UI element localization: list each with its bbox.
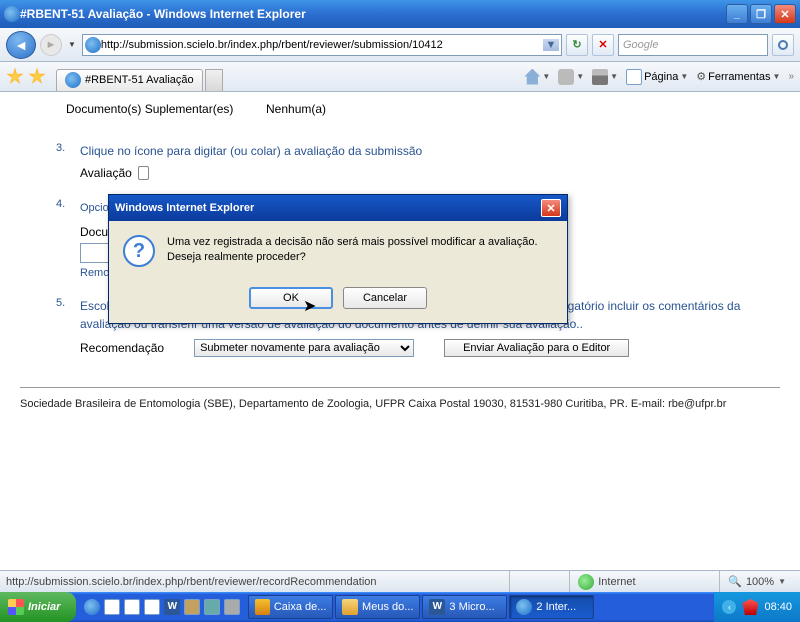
url-text: http://submission.scielo.br/index.php/rb… [101, 39, 543, 51]
system-tray: ‹ 08:40 [714, 592, 800, 622]
search-placeholder: Google [623, 39, 763, 51]
nav-history-dropdown[interactable]: ▼ [66, 40, 78, 49]
refresh-button[interactable]: ↻ [566, 34, 588, 56]
ql-doc5-icon[interactable] [224, 599, 240, 615]
command-bar: #RBENT-51 Avaliação ▼ ▼ ▼ Página▼ ⚙Ferra… [0, 62, 800, 92]
tab-favicon-icon [65, 72, 81, 88]
clock: 08:40 [764, 601, 792, 613]
step4-number: 4. [56, 198, 80, 217]
avaliacao-label: Avaliação [80, 166, 132, 180]
ql-desktop-icon[interactable] [104, 599, 120, 615]
magnify-icon [778, 40, 788, 50]
dialog-cancel-button[interactable]: Cancelar [343, 287, 427, 309]
favicon-icon [85, 37, 101, 53]
minimize-button[interactable]: _ [726, 4, 748, 24]
new-tab-button[interactable] [205, 69, 223, 91]
add-favorites-icon[interactable] [28, 68, 46, 86]
nav-toolbar: ◄ ► ▼ http://submission.scielo.br/index.… [0, 28, 800, 62]
task-ie[interactable]: 2 Inter... [509, 595, 594, 619]
task-ie-icon [516, 599, 532, 615]
window-titlebar: #RBENT-51 Avaliação - Windows Internet E… [0, 0, 800, 28]
task-word[interactable]: W3 Micro... [422, 595, 507, 619]
status-url: http://submission.scielo.br/index.php/rb… [6, 576, 509, 588]
feeds-button[interactable]: ▼ [558, 69, 584, 85]
edit-review-icon[interactable] [138, 166, 149, 180]
ql-doc2-icon[interactable] [144, 599, 160, 615]
cursor-icon: ➤ [303, 296, 316, 316]
zoom-icon: 🔍 [728, 575, 742, 588]
start-button[interactable]: Iniciar [0, 592, 76, 622]
search-box[interactable]: Google [618, 34, 768, 56]
recommendation-select[interactable]: Submeter novamente para avaliação [194, 339, 414, 357]
page-content: Documento(s) Suplementar(es) Nenhum(a) 3… [0, 92, 800, 570]
step3-text: Clique no ícone para digitar (ou colar) … [80, 142, 780, 160]
dialog-close-button[interactable]: ✕ [541, 199, 561, 217]
maximize-button[interactable]: ❐ [750, 4, 772, 24]
close-button[interactable]: ✕ [774, 4, 796, 24]
status-bar: http://submission.scielo.br/index.php/rb… [0, 570, 800, 592]
browser-tab[interactable]: #RBENT-51 Avaliação [56, 69, 203, 91]
address-dropdown[interactable]: ▼ [543, 39, 559, 51]
folder-icon [342, 599, 358, 615]
page-icon [626, 69, 642, 85]
dialog-title: Windows Internet Explorer [115, 202, 254, 214]
ie-icon [4, 6, 20, 22]
chevron-icon[interactable]: » [788, 71, 794, 82]
tray-expand-icon[interactable]: ‹ [722, 600, 736, 614]
zoom-label: 100% [746, 576, 774, 588]
ql-doc1-icon[interactable] [124, 599, 140, 615]
back-button[interactable]: ◄ [6, 31, 36, 59]
sup-docs-value: Nenhum(a) [266, 102, 326, 116]
gear-icon: ⚙ [696, 70, 706, 83]
step5-number: 5. [56, 297, 80, 333]
sup-docs-label: Documento(s) Suplementar(es) [66, 102, 266, 116]
dialog-titlebar: Windows Internet Explorer ✕ [109, 195, 567, 221]
ql-doc3-icon[interactable] [184, 599, 200, 615]
page-menu[interactable]: Página▼ [626, 69, 688, 85]
home-button[interactable]: ▼ [524, 69, 550, 85]
home-icon [524, 69, 540, 85]
address-bar[interactable]: http://submission.scielo.br/index.php/rb… [82, 34, 562, 56]
print-icon [592, 69, 608, 85]
footer-text: Sociedade Brasileira de Entomologia (SBE… [20, 398, 780, 410]
outlook-icon [255, 599, 269, 615]
windows-logo-icon [8, 599, 24, 615]
quick-launch: W [76, 599, 248, 615]
ql-word-icon[interactable]: W [164, 599, 180, 615]
recomendacao-label: Recomendação [80, 341, 164, 355]
zone-label: Internet [598, 576, 635, 588]
zoom-dropdown[interactable]: ▼ [778, 577, 786, 586]
task-caixa[interactable]: Caixa de... [248, 595, 333, 619]
window-title: #RBENT-51 Avaliação - Windows Internet E… [20, 7, 726, 21]
dialog-message: Uma vez registrada a decisão não será ma… [167, 235, 553, 267]
print-button[interactable]: ▼ [592, 69, 618, 85]
word-icon: W [429, 599, 445, 615]
tools-menu[interactable]: ⚙Ferramentas▼ [696, 70, 780, 83]
taskbar: Iniciar W Caixa de... Meus do... W3 Micr… [0, 592, 800, 622]
feed-icon [558, 69, 574, 85]
confirm-dialog: Windows Internet Explorer ✕ ? Uma vez re… [108, 194, 568, 324]
footer-divider [20, 387, 780, 388]
globe-icon [578, 574, 594, 590]
ql-ie-icon[interactable] [84, 599, 100, 615]
favorites-icon[interactable] [6, 68, 24, 86]
shield-icon[interactable] [742, 599, 758, 615]
submit-review-button[interactable]: Enviar Avaliação para o Editor [444, 339, 629, 357]
search-button[interactable] [772, 34, 794, 56]
task-meus[interactable]: Meus do... [335, 595, 420, 619]
question-icon: ? [123, 235, 155, 267]
forward-button[interactable]: ► [40, 34, 62, 56]
step3-number: 3. [56, 142, 80, 160]
dialog-ok-button[interactable]: OK [249, 287, 333, 309]
tab-title: #RBENT-51 Avaliação [85, 74, 194, 86]
ql-doc4-icon[interactable] [204, 599, 220, 615]
stop-button[interactable]: ✕ [592, 34, 614, 56]
